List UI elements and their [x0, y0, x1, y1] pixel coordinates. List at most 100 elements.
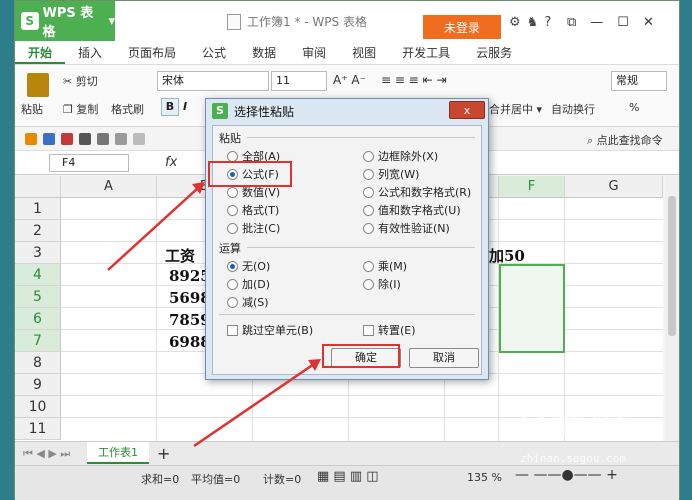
row-header-2[interactable]: 2 — [15, 220, 61, 242]
app-menu-button[interactable]: S WPS 表格 ▾ — [15, 1, 115, 41]
op-option-multiply[interactable]: 乘(M) — [363, 258, 407, 274]
op-option-add[interactable]: 加(D) — [227, 276, 270, 292]
help-icon[interactable]: ? — [544, 15, 551, 30]
undo-icon[interactable] — [115, 133, 127, 145]
op-option-none[interactable]: 无(O) — [227, 258, 270, 274]
save-icon[interactable] — [43, 133, 55, 145]
cell-b3[interactable]: 工资 — [165, 245, 195, 266]
redo-icon[interactable] — [133, 133, 145, 145]
login-button[interactable]: 未登录 — [423, 15, 501, 39]
row-header-9[interactable]: 9 — [15, 374, 61, 396]
merge-center-button[interactable]: 合并居中 ▾ — [489, 101, 542, 117]
copy-button[interactable]: ❐ 复制 — [63, 101, 98, 117]
paste-option-formula-number[interactable]: 公式和数字格式(R) — [363, 184, 471, 200]
preview-icon[interactable] — [97, 133, 109, 145]
font-size-select[interactable]: 11 — [271, 71, 327, 91]
row-header-11[interactable]: 11 — [15, 418, 61, 440]
status-average: 平均值=0 — [191, 473, 241, 486]
sheet-nav-icons[interactable]: ⏮ ◀ ▶ ⏭ — [23, 447, 70, 461]
zoom-level[interactable]: 135 % — [467, 471, 502, 484]
tab-developer[interactable]: 开发工具 — [389, 41, 463, 64]
grow-font-icon[interactable]: A⁺ A⁻ — [333, 73, 366, 87]
shirt-icon[interactable]: ♞ — [527, 15, 539, 30]
bold-button[interactable]: B — [161, 98, 179, 116]
add-sheet-icon[interactable]: + — [157, 444, 170, 463]
align-icons[interactable]: ≡ ≡ ≡ ⇤ ⇥ — [381, 73, 447, 87]
cut-button[interactable]: ✂ 剪切 — [63, 73, 98, 89]
pdf-icon[interactable] — [61, 133, 73, 145]
skin-icon[interactable]: ⚙ — [509, 15, 521, 30]
row-header-3[interactable]: 3 — [15, 242, 61, 264]
tab-insert[interactable]: 插入 — [65, 41, 115, 64]
col-header-a[interactable]: A — [61, 176, 157, 198]
cancel-button[interactable]: 取消 — [409, 348, 479, 368]
row-header-8[interactable]: 8 — [15, 352, 61, 374]
paste-option-validation[interactable]: 有效性验证(N) — [363, 220, 450, 236]
format-painter-button[interactable]: 格式刷 — [111, 101, 144, 117]
cell-ref: F4 — [62, 156, 76, 169]
close-icon[interactable]: ✕ — [643, 15, 654, 30]
tab-data[interactable]: 数据 — [239, 41, 289, 64]
option-label: 加(D) — [242, 278, 271, 291]
tab-view[interactable]: 视图 — [339, 41, 389, 64]
status-sum: 求和=0 — [141, 473, 180, 486]
vertical-scrollbar[interactable] — [665, 176, 679, 441]
wrap-text-button[interactable]: 自动换行 — [551, 101, 595, 117]
select-all-corner[interactable] — [15, 176, 61, 198]
skip-blanks-checkbox[interactable]: 跳过空单元(B) — [227, 322, 313, 338]
row-header-5[interactable]: 5 — [15, 286, 61, 308]
paste-option-comment[interactable]: 批注(C) — [227, 220, 280, 236]
op-option-divide[interactable]: 除(I) — [363, 276, 401, 292]
paste-option-col-width[interactable]: 列宽(W) — [363, 166, 419, 182]
dialog-title: 选择性粘贴 — [234, 104, 295, 119]
op-option-subtract[interactable]: 减(S) — [227, 294, 269, 310]
cell-e3[interactable]: 加50 — [489, 245, 525, 266]
folder-icon[interactable] — [25, 133, 37, 145]
tab-formula[interactable]: 公式 — [189, 41, 239, 64]
paste-option-format[interactable]: 格式(T) — [227, 202, 279, 218]
paste-option-no-border[interactable]: 边框除外(X) — [363, 148, 438, 164]
print-icon[interactable] — [79, 133, 91, 145]
fx-icon[interactable]: fx — [165, 155, 177, 170]
view-mode-icons[interactable]: ▦ ▤ ▥ ◫ — [317, 469, 379, 484]
highlight-box-formula — [208, 161, 292, 187]
row-header-1[interactable]: 1 — [15, 198, 61, 220]
minimize-icon[interactable]: — — [590, 15, 603, 30]
italic-button[interactable]: I — [183, 100, 187, 113]
document-title-text: 工作簿1 * - WPS 表格 — [247, 15, 367, 29]
paste-special-dialog: S 选择性粘贴 x 粘贴 全部(A) 公式(F) 数值(V) 格式(T) 批注(… — [205, 98, 489, 380]
name-box[interactable]: F4 — [49, 154, 129, 172]
tab-review[interactable]: 审阅 — [289, 41, 339, 64]
row-header-7[interactable]: 7 — [15, 330, 61, 352]
font-select[interactable]: 宋体 — [157, 71, 269, 91]
col-header-g[interactable]: G — [565, 176, 663, 198]
dialog-close-button[interactable]: x — [449, 101, 485, 119]
operation-group-label: 运算 — [219, 242, 241, 255]
transpose-checkbox[interactable]: 转置(E) — [363, 322, 416, 338]
number-format-value: 常规 — [616, 74, 638, 87]
maximize-icon[interactable]: ☐ — [617, 15, 629, 30]
paste-button[interactable]: 粘贴 — [21, 101, 43, 117]
find-command[interactable]: ⌕ 点此查找命令 — [587, 132, 663, 148]
row-header-10[interactable]: 10 — [15, 396, 61, 418]
tab-page-layout[interactable]: 页面布局 — [115, 41, 189, 64]
percent-button[interactable]: % — [629, 101, 639, 114]
radio-icon — [227, 278, 238, 290]
radio-icon — [363, 222, 374, 234]
zoom-slider[interactable]: — ——●—— + — [515, 467, 618, 483]
paste-option-value-number[interactable]: 值和数字格式(U) — [363, 202, 461, 218]
scroll-thumb[interactable] — [668, 196, 676, 336]
col-header-f[interactable]: F — [499, 176, 565, 198]
tab-home[interactable]: 开始 — [15, 41, 66, 64]
number-format-select[interactable]: 常规 — [611, 71, 667, 91]
restore-icon[interactable]: ⧉ — [567, 15, 576, 30]
sheet-tab-1[interactable]: 工作表1 — [87, 442, 149, 464]
selected-range-f4-f7[interactable] — [499, 264, 565, 353]
ribbon-tabs: 开始 插入 页面布局 公式 数据 审阅 视图 开发工具 云服务 — [15, 41, 679, 65]
row-header-6[interactable]: 6 — [15, 308, 61, 330]
row-header-4[interactable]: 4 — [15, 264, 61, 286]
paste-icon[interactable] — [27, 73, 49, 97]
watermark: S 搜狗指南 — [520, 410, 630, 439]
tab-cloud[interactable]: 云服务 — [463, 41, 525, 64]
radio-icon — [363, 260, 374, 272]
